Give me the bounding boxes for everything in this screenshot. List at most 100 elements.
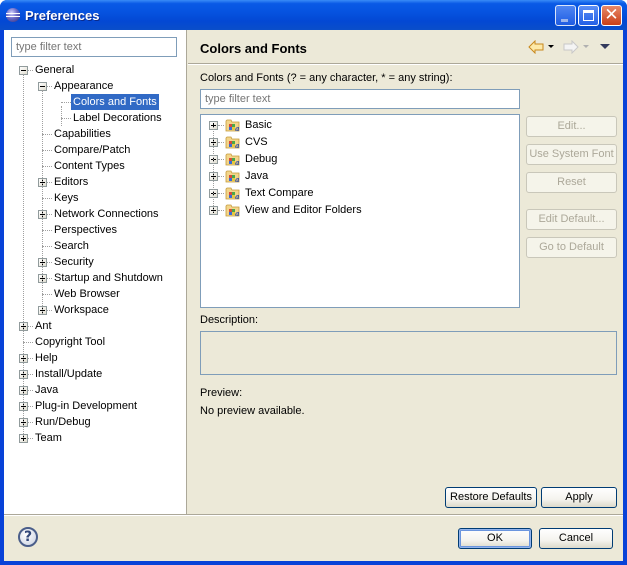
description-label: Description:	[200, 314, 259, 326]
tree-connector	[23, 342, 33, 343]
preferences-window: Preferences ✕ General Appearance Colors an…	[0, 0, 627, 565]
tree-item[interactable]: Team	[4, 430, 187, 446]
theme-folder-icon: a	[225, 153, 240, 166]
category-item[interactable]: a Debug	[201, 151, 501, 168]
tree-connector	[218, 125, 224, 126]
tree-item-label: Install/Update	[35, 368, 103, 380]
tree-item-label: Network Connections	[54, 208, 159, 220]
tree-item[interactable]: Network Connections	[4, 206, 187, 222]
tree-item-label: Appearance	[54, 80, 114, 92]
category-item[interactable]: a Text Compare	[201, 185, 501, 202]
tree-item[interactable]: Workspace	[4, 302, 187, 318]
back-arrow-icon[interactable]	[528, 40, 544, 54]
tree-item-label: Copyright Tool	[35, 336, 106, 348]
edit-button[interactable]: Edit...	[526, 116, 617, 137]
help-icon[interactable]: ?	[18, 527, 38, 547]
tree-connector	[61, 102, 71, 103]
colors-fonts-filter-input[interactable]	[200, 89, 520, 109]
tree-item-label: Capabilities	[54, 128, 111, 140]
tree-item-label: Workspace	[54, 304, 109, 316]
tree-guide-line	[61, 106, 62, 126]
ok-button[interactable]: OK	[458, 528, 532, 549]
category-label: Text Compare	[245, 187, 314, 199]
tree-item[interactable]: Label Decorations	[4, 110, 187, 126]
svg-text:a: a	[235, 158, 240, 166]
use-system-font-button[interactable]: Use System Font	[526, 144, 617, 165]
close-button[interactable]: ✕	[601, 5, 622, 26]
tree-item-label: Java	[35, 384, 59, 396]
tree-item[interactable]: Editors	[4, 174, 187, 190]
go-to-default-button[interactable]: Go to Default	[526, 237, 617, 258]
edit-default-button[interactable]: Edit Default...	[526, 209, 617, 230]
tree-item[interactable]: Colors and Fonts	[4, 94, 187, 110]
tree-item[interactable]: Appearance	[4, 78, 187, 94]
tree-item-label: Colors and Fonts	[71, 94, 159, 110]
forward-dropdown-icon	[583, 45, 589, 48]
apply-button[interactable]: Apply	[541, 487, 617, 508]
tree-connector	[218, 159, 224, 160]
filter-label: Colors and Fonts (? = any character, * =…	[200, 72, 453, 84]
svg-text:a: a	[235, 124, 240, 132]
window-title: Preferences	[25, 8, 100, 23]
category-item[interactable]: a CVS	[201, 134, 501, 151]
tree-item[interactable]: Search	[4, 238, 187, 254]
tree-filter-input[interactable]	[11, 37, 177, 57]
tree-item[interactable]: Plug-in Development	[4, 398, 187, 414]
preview-label: Preview:	[200, 387, 243, 399]
tree-item[interactable]: Install/Update	[4, 366, 187, 382]
tree-guide-line	[23, 74, 24, 438]
title-separator	[188, 63, 623, 65]
tree-item[interactable]: Capabilities	[4, 126, 187, 142]
tree-item-label: Help	[35, 352, 58, 364]
tree-connector	[61, 118, 71, 119]
tree-item-label: Ant	[35, 320, 52, 332]
tree-connector	[218, 176, 224, 177]
theme-folder-icon: a	[225, 204, 240, 217]
tree-item[interactable]: Java	[4, 382, 187, 398]
colors-fonts-tree[interactable]: a Basic a CVS a Debug a Java a Text Compare a View …	[200, 114, 520, 308]
minimize-button[interactable]	[555, 5, 576, 26]
tree-item[interactable]: Compare/Patch	[4, 142, 187, 158]
tree-item-label: Security	[54, 256, 94, 268]
maximize-button[interactable]	[578, 5, 599, 26]
title-bar[interactable]: Preferences ✕	[0, 0, 627, 30]
tree-connector	[42, 150, 52, 151]
tree-item[interactable]: General	[4, 62, 187, 78]
category-item[interactable]: a Basic	[201, 117, 501, 134]
footer-separator	[4, 514, 623, 516]
close-icon: ✕	[604, 5, 619, 25]
minimize-icon	[561, 19, 568, 22]
page-pane: Colors and Fonts Colors and Fonts (? = a…	[188, 30, 623, 514]
tree-item[interactable]: Security	[4, 254, 187, 270]
tree-guide-line	[42, 90, 43, 314]
svg-text:a: a	[235, 209, 240, 217]
svg-text:a: a	[235, 141, 240, 149]
category-item[interactable]: a Java	[201, 168, 501, 185]
tree-item-label: Team	[35, 432, 62, 444]
back-dropdown-icon[interactable]	[548, 45, 554, 48]
tree-item[interactable]: Keys	[4, 190, 187, 206]
tree-item[interactable]: Web Browser	[4, 286, 187, 302]
tree-connector	[218, 142, 224, 143]
tree-item[interactable]: Content Types	[4, 158, 187, 174]
tree-item[interactable]: Startup and Shutdown	[4, 270, 187, 286]
preview-text: No preview available.	[200, 405, 305, 417]
tree-item[interactable]: Ant	[4, 318, 187, 334]
description-box	[200, 331, 617, 375]
tree-item[interactable]: Run/Debug	[4, 414, 187, 430]
tree-connector	[42, 230, 52, 231]
theme-folder-icon: a	[225, 187, 240, 200]
cancel-button[interactable]: Cancel	[539, 528, 613, 549]
dialog-client: General Appearance Colors and Fonts Label D…	[4, 30, 623, 561]
reset-button[interactable]: Reset	[526, 172, 617, 193]
maximize-icon	[583, 10, 594, 21]
tree-connector	[42, 246, 52, 247]
tree-item[interactable]: Copyright Tool	[4, 334, 187, 350]
restore-defaults-button[interactable]: Restore Defaults	[445, 487, 537, 508]
tree-item-label: Content Types	[54, 160, 125, 172]
tree-item-label: Plug-in Development	[35, 400, 138, 412]
category-item[interactable]: a View and Editor Folders	[201, 202, 501, 219]
tree-item[interactable]: Perspectives	[4, 222, 187, 238]
tree-item[interactable]: Help	[4, 350, 187, 366]
view-menu-icon[interactable]	[600, 44, 610, 49]
